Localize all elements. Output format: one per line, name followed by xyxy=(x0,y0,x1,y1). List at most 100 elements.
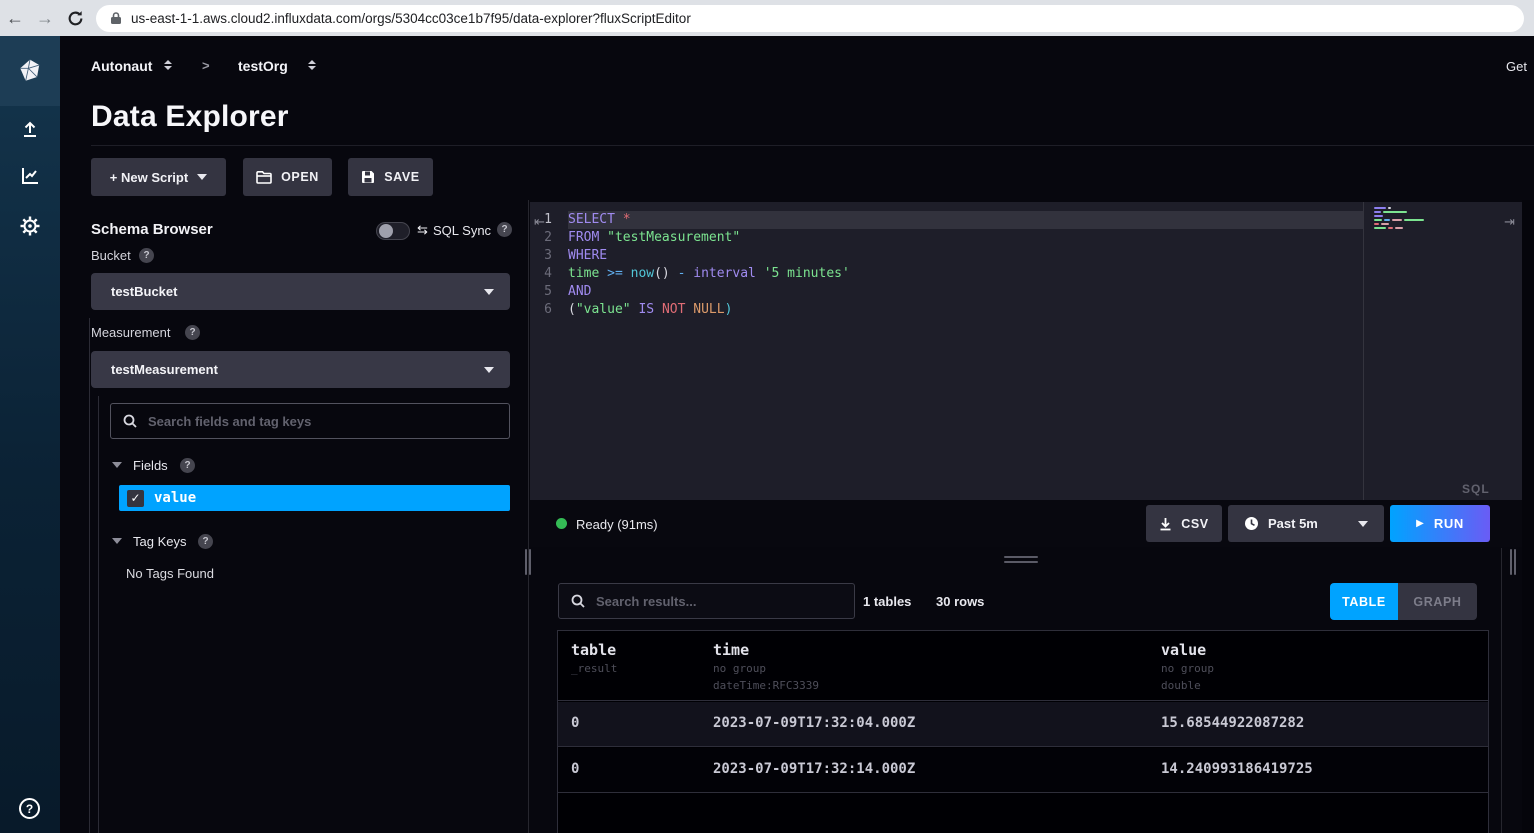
tree-guide-line xyxy=(98,396,99,833)
top-right-link[interactable]: Get xyxy=(1506,59,1527,74)
bucket-label: Bucket xyxy=(91,248,131,263)
folder-icon xyxy=(256,170,272,184)
tab-table[interactable]: TABLE xyxy=(1330,583,1398,620)
time-range-label: Past 5m xyxy=(1268,516,1349,531)
panel-resize-divider[interactable] xyxy=(528,200,529,833)
breadcrumb-separator-icon: > xyxy=(202,58,210,73)
column-header-table[interactable]: table _result xyxy=(571,641,617,676)
collapse-right-icon[interactable]: ⇥ xyxy=(1504,214,1515,230)
address-bar[interactable]: us-east-1-1.aws.cloud2.influxdata.com/or… xyxy=(96,5,1524,32)
sync-arrows-icon: ⇆ xyxy=(417,222,428,238)
measurement-help-icon[interactable]: ? xyxy=(185,325,200,340)
schema-search-box xyxy=(110,403,510,439)
browser-toolbar: ← → us-east-1-1.aws.cloud2.influxdata.co… xyxy=(0,0,1534,36)
results-right-divider xyxy=(1501,548,1502,833)
download-icon xyxy=(1159,517,1172,531)
breadcrumb-org[interactable]: Autonaut xyxy=(91,58,152,74)
tree-guide-line xyxy=(89,318,90,833)
panel-resize-handle[interactable] xyxy=(529,549,531,575)
tab-graph[interactable]: GRAPH xyxy=(1398,583,1477,620)
measurement-label: Measurement xyxy=(91,325,170,340)
field-item-value[interactable]: ✓ value xyxy=(119,485,510,511)
results-search-input[interactable] xyxy=(596,594,842,609)
page-title: Data Explorer xyxy=(91,100,289,134)
table-row[interactable]: 0 2023-07-09T17:32:04.000Z 15.6854492208… xyxy=(558,702,1488,747)
schema-search-input[interactable] xyxy=(148,414,497,429)
no-tags-text: No Tags Found xyxy=(126,566,214,581)
chevron-down-icon xyxy=(1358,521,1368,527)
browser-forward-icon[interactable]: → xyxy=(30,8,60,29)
results-table: table _result time no group dateTime:RFC… xyxy=(557,630,1489,833)
results-table-header: table _result time no group dateTime:RFC… xyxy=(558,631,1488,701)
editor-minimap[interactable] xyxy=(1374,207,1424,231)
sidebar-logo-button[interactable] xyxy=(0,36,60,106)
sql-sync-label: SQL Sync xyxy=(433,223,491,238)
new-script-button[interactable]: + New Script xyxy=(91,158,226,196)
tables-count: 1 tables xyxy=(863,594,911,609)
column-header-value[interactable]: value no group double xyxy=(1161,641,1214,693)
sidebar-data-explorer-icon[interactable] xyxy=(19,165,41,187)
csv-download-button[interactable]: CSV xyxy=(1146,505,1222,542)
save-button[interactable]: SAVE xyxy=(348,158,433,196)
right-resize-handle[interactable] xyxy=(1514,549,1516,575)
search-icon xyxy=(123,414,137,428)
results-splitter-handle[interactable] xyxy=(1004,556,1038,558)
sidebar-help-icon[interactable]: ? xyxy=(19,798,40,819)
right-resize-handle[interactable] xyxy=(1510,549,1512,575)
lock-icon xyxy=(110,11,122,25)
app-sidebar xyxy=(0,36,60,833)
open-button[interactable]: OPEN xyxy=(243,158,332,196)
sql-editor[interactable]: ⇤ 1SELECT *2FROM "testMeasurement"3WHERE… xyxy=(530,202,1522,500)
column-header-time[interactable]: time no group dateTime:RFC3339 xyxy=(713,641,819,693)
sql-sync-help-icon[interactable]: ? xyxy=(497,222,512,237)
url-text: us-east-1-1.aws.cloud2.influxdata.com/or… xyxy=(131,11,691,26)
header-divider xyxy=(91,145,1534,146)
bucket-dropdown[interactable]: testBucket xyxy=(91,273,510,310)
measurement-dropdown[interactable]: testMeasurement xyxy=(91,351,510,388)
influxdb-logo-icon xyxy=(17,58,43,84)
table-row[interactable]: 0 2023-07-09T17:32:14.000Z 14.2409931864… xyxy=(558,748,1488,793)
run-label: RUN xyxy=(1434,516,1464,531)
new-script-label: + New Script xyxy=(110,170,188,185)
sidebar-upload-icon[interactable] xyxy=(19,118,41,140)
code-lines: 1SELECT *2FROM "testMeasurement"3WHERE4t… xyxy=(540,211,1363,319)
tag-keys-help-icon[interactable]: ? xyxy=(198,534,213,549)
breadcrumb-suborg[interactable]: testOrg xyxy=(238,58,288,74)
panel-resize-handle[interactable] xyxy=(525,549,527,575)
results-search-box xyxy=(558,583,855,619)
sidebar-settings-gear-icon[interactable] xyxy=(19,215,41,237)
field-checkbox-checked[interactable]: ✓ xyxy=(127,490,144,507)
bucket-help-icon[interactable]: ? xyxy=(139,248,154,263)
fields-collapse-icon[interactable] xyxy=(112,462,122,468)
play-icon: ▶ xyxy=(1416,518,1424,529)
save-label: SAVE xyxy=(384,170,420,184)
browser-reload-icon[interactable] xyxy=(60,10,90,27)
rows-count: 30 rows xyxy=(936,594,984,609)
run-query-button[interactable]: ▶ RUN xyxy=(1390,505,1490,542)
query-status-text: Ready (91ms) xyxy=(576,517,658,532)
clock-icon xyxy=(1244,516,1259,531)
field-name: value xyxy=(154,490,196,506)
suborg-switcher-icon[interactable] xyxy=(308,60,316,70)
right-gutter xyxy=(1522,200,1534,833)
measurement-value: testMeasurement xyxy=(111,362,484,377)
bucket-value: testBucket xyxy=(111,284,484,299)
search-icon xyxy=(571,594,585,608)
chevron-down-icon xyxy=(197,174,207,180)
schema-browser-title: Schema Browser xyxy=(91,221,213,238)
results-splitter-handle[interactable] xyxy=(1004,561,1038,563)
chevron-down-icon xyxy=(484,289,494,295)
fields-help-icon[interactable]: ? xyxy=(180,458,195,473)
sql-sync-toggle[interactable] xyxy=(376,222,410,240)
tag-keys-label: Tag Keys xyxy=(133,534,186,549)
time-range-dropdown[interactable]: Past 5m xyxy=(1228,505,1384,542)
editor-language-label: SQL xyxy=(1462,482,1490,496)
toggle-knob xyxy=(379,224,393,238)
browser-back-icon[interactable]: ← xyxy=(0,8,30,29)
chevron-down-icon xyxy=(484,367,494,373)
org-switcher-icon[interactable] xyxy=(164,60,172,70)
csv-label: CSV xyxy=(1181,517,1209,531)
save-disk-icon xyxy=(361,170,375,184)
tag-keys-collapse-icon[interactable] xyxy=(112,538,122,544)
status-green-dot xyxy=(556,518,567,529)
